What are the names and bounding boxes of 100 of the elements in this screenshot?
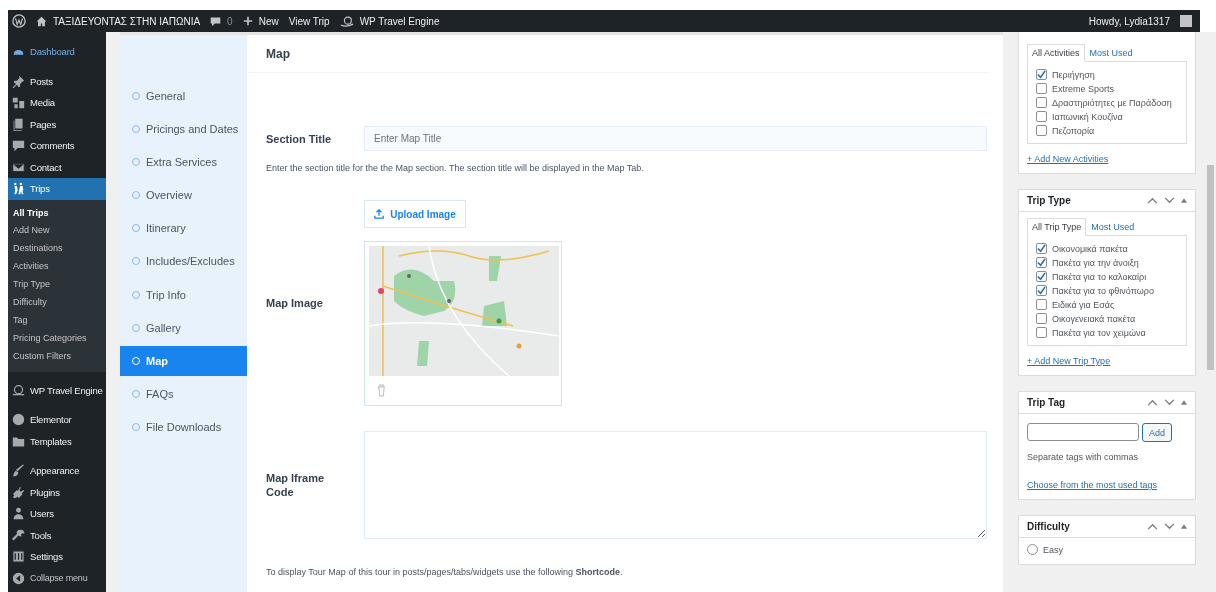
settings-tab[interactable]: Pricings and Dates: [120, 114, 247, 145]
submenu-item[interactable]: Add New: [8, 222, 106, 241]
submenu-item[interactable]: All Trips: [8, 204, 106, 223]
move-up-icon[interactable]: [1147, 523, 1158, 530]
submenu-item[interactable]: Trip Type: [8, 276, 106, 294]
move-down-icon[interactable]: [1164, 197, 1175, 204]
sidebar-item[interactable]: Elementor: [8, 409, 106, 431]
checkbox[interactable]: [1036, 313, 1047, 324]
box-title: Difficulty: [1027, 521, 1070, 532]
settings-icon: [12, 550, 25, 564]
media-icon: [12, 96, 25, 110]
checkbox-label: Δραστηριότητες με Παράδοση: [1052, 97, 1172, 108]
shortcode-note: To display Tour Map of this tour in posts/pages/tabs/widgets use the following Shortcode.: [266, 567, 624, 577]
sidebar-item[interactable]: Collapse menu: [8, 567, 106, 589]
submenu-item[interactable]: Difficulty: [8, 293, 106, 312]
tag-hint: Separate tags with commas: [1027, 452, 1140, 462]
sidebar-item[interactable]: Comments: [8, 135, 106, 157]
checkbox-label: Περιήγηση: [1052, 69, 1095, 80]
most-used-tags-link[interactable]: Choose from the most used tags: [1027, 480, 1187, 490]
checkbox[interactable]: [1036, 257, 1047, 268]
sidebar-item[interactable]: Contact: [8, 156, 106, 178]
sidebar-item[interactable]: Templates: [8, 430, 106, 452]
checkbox[interactable]: [1036, 125, 1047, 136]
checkbox-label: Ιαπωνική Κουζίνα: [1052, 111, 1123, 122]
sidebar-item[interactable]: Posts: [8, 70, 106, 92]
taxonomy-tab[interactable]: All Trip Type: [1027, 218, 1087, 236]
sidebar-item[interactable]: Pages: [8, 113, 106, 135]
settings-tab[interactable]: Trip Info: [120, 279, 247, 310]
comment-icon[interactable]: [210, 15, 222, 27]
taxonomy-tab[interactable]: All Activities: [1027, 44, 1085, 62]
settings-tab[interactable]: Overview: [120, 180, 247, 211]
hikers-icon: [12, 182, 25, 196]
add-tag-button[interactable]: Add: [1142, 423, 1172, 442]
new-link[interactable]: New: [258, 15, 279, 27]
radio-label: Easy: [1043, 544, 1063, 555]
iframe-code-field[interactable]: [364, 431, 987, 539]
checkbox[interactable]: [1036, 271, 1047, 282]
checkbox[interactable]: [1036, 69, 1047, 80]
submenu-item[interactable]: Pricing Categories: [8, 329, 106, 348]
view-trip-link[interactable]: View Trip: [288, 15, 330, 27]
plus-icon[interactable]: [242, 16, 253, 26]
checkbox[interactable]: [1036, 83, 1047, 94]
sidebar-item[interactable]: Media: [8, 92, 106, 114]
settings-tab[interactable]: FAQs: [120, 378, 247, 409]
collapse-triangle-icon[interactable]: [1181, 524, 1187, 529]
sidebar-item[interactable]: Appearance: [8, 460, 106, 482]
site-name-link[interactable]: ΤΑΞΙΔΕΥΟΝΤΑΣ ΣΤΗΝ ΙΑΠΩΝΙΑ: [53, 15, 201, 27]
panel-title: Map: [266, 46, 290, 61]
checkbox-label: Πακέτα για το καλοκαίρι: [1052, 271, 1147, 282]
home-icon[interactable]: [36, 15, 47, 27]
move-down-icon[interactable]: [1164, 399, 1175, 406]
field-label: Section Title: [266, 132, 333, 145]
pages-icon: [12, 117, 25, 131]
taxonomy-tab[interactable]: Most Used: [1086, 218, 1140, 236]
field-label: Map Image: [266, 297, 324, 309]
folder-icon: [12, 434, 25, 448]
collapse-triangle-icon[interactable]: [1181, 400, 1187, 405]
checkbox-label: Οικονομικά πακέτα: [1052, 243, 1128, 254]
sidebar-item[interactable]: Plugins: [8, 481, 106, 503]
checkbox-label: Πεζοπορία: [1052, 125, 1095, 136]
move-up-icon[interactable]: [1147, 197, 1158, 204]
wordpress-logo-icon[interactable]: [12, 14, 26, 28]
sidebar-item[interactable]: WP Travel Engine: [8, 379, 106, 401]
sidebar-item[interactable]: Settings: [8, 546, 106, 568]
submenu-item[interactable]: Custom Filters: [8, 347, 106, 366]
upload-image-button[interactable]: Upload Image: [364, 200, 466, 228]
sidebar-item[interactable]: Trips: [8, 178, 106, 200]
checkbox[interactable]: [1036, 299, 1047, 310]
taxonomy-tab[interactable]: Most Used: [1084, 44, 1138, 62]
plug-icon: [12, 485, 25, 499]
submenu-item[interactable]: Activities: [8, 258, 106, 277]
checkbox[interactable]: [1036, 327, 1047, 338]
plugin-link[interactable]: WP Travel Engine: [359, 15, 440, 27]
settings-tab[interactable]: File Downloads: [120, 411, 247, 442]
settings-tab[interactable]: Map: [120, 345, 247, 376]
checkbox[interactable]: [1036, 111, 1047, 122]
settings-tab[interactable]: Gallery: [120, 312, 247, 343]
sidebar-item[interactable]: Tools: [8, 524, 106, 546]
checkbox[interactable]: [1036, 243, 1047, 254]
tag-field[interactable]: [1027, 423, 1139, 441]
checkbox[interactable]: [1036, 97, 1047, 108]
settings-tab[interactable]: Itinerary: [120, 213, 247, 244]
settings-tab[interactable]: Includes/Excludes: [120, 246, 247, 277]
section-title-field[interactable]: Enter Map Title: [364, 126, 987, 151]
submenu-item[interactable]: Destinations: [8, 240, 106, 259]
sidebar-item[interactable]: Users: [8, 503, 106, 525]
submenu-item[interactable]: Tag: [8, 311, 106, 330]
checkbox[interactable]: [1036, 285, 1047, 296]
sidebar-item[interactable]: Dashboard: [8, 41, 106, 63]
settings-tab[interactable]: Extra Services: [120, 147, 247, 178]
greeting-link[interactable]: Howdy, Lydia1317: [1088, 15, 1170, 27]
move-down-icon[interactable]: [1164, 523, 1175, 530]
collapse-triangle-icon[interactable]: [1181, 198, 1187, 203]
settings-tab[interactable]: General: [120, 81, 247, 111]
checkbox-label: Πακέτα για το φθινόπωρο: [1052, 285, 1154, 296]
move-up-icon[interactable]: [1147, 399, 1158, 406]
brush-icon: [12, 464, 25, 478]
add-new-link[interactable]: + Add New Activities: [1027, 154, 1187, 164]
checkbox-label: Πακέτα για την άνοιξη: [1052, 257, 1139, 268]
add-new-link[interactable]: + Add New Trip Type: [1027, 356, 1187, 366]
